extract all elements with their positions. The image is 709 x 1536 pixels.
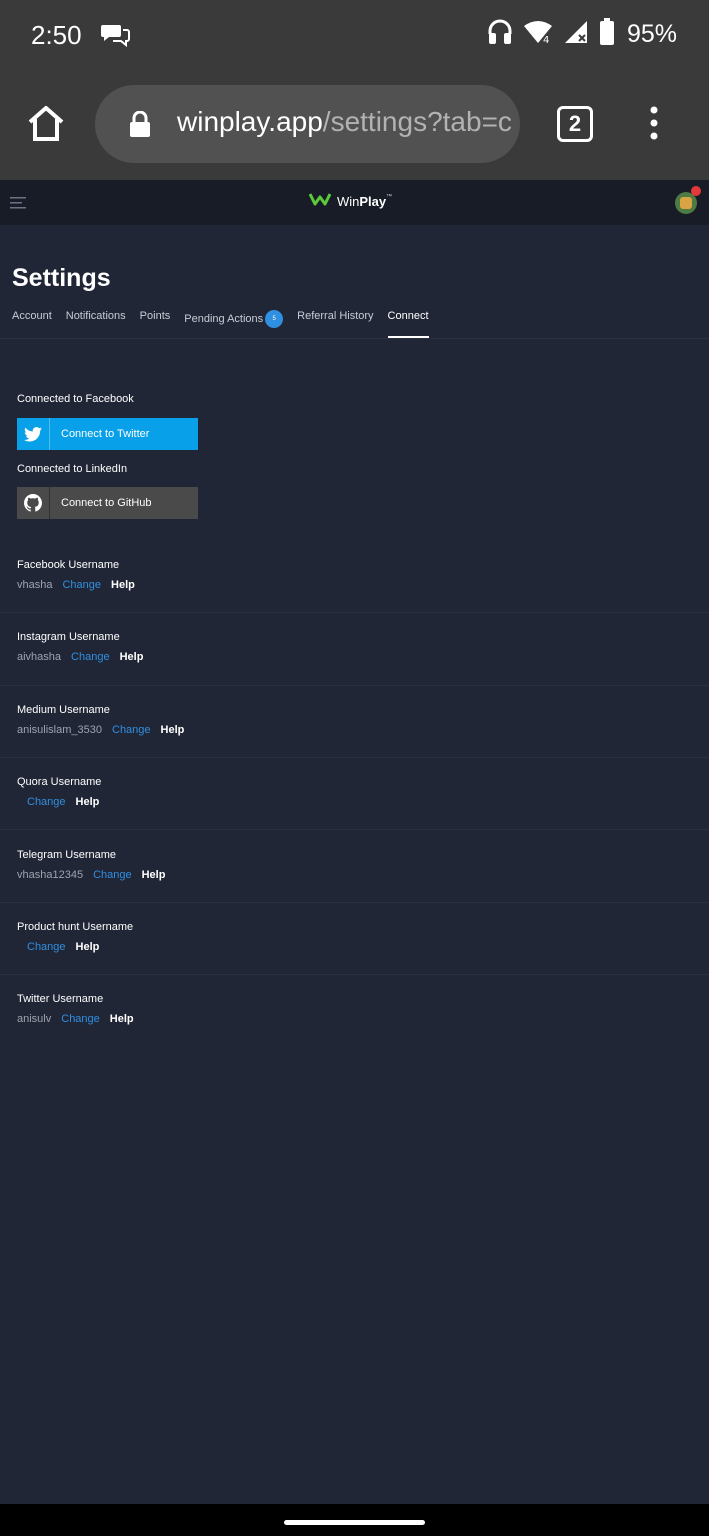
facebook-change-link[interactable]: Change — [62, 579, 101, 591]
twitter-username-label: Twitter Username — [17, 993, 104, 1005]
quora-username-label: Quora Username — [17, 776, 102, 788]
medium-help-link[interactable]: Help — [161, 724, 185, 736]
facebook-username-value: vhasha — [17, 579, 53, 591]
divider — [0, 757, 709, 758]
telegram-username-field: Telegram Username vhasha12345 Change Hel… — [17, 849, 693, 881]
connect-twitter-button[interactable]: Connect to Twitter — [17, 418, 198, 450]
avatar-image — [680, 197, 692, 209]
avatar[interactable] — [675, 186, 701, 214]
producthunt-username-label: Product hunt Username — [17, 921, 134, 933]
tabs-divider — [0, 338, 709, 339]
settings-tabs: Account Notifications Points Pending Act… — [12, 310, 429, 338]
instagram-help-link[interactable]: Help — [120, 651, 144, 663]
instagram-change-link[interactable]: Change — [71, 651, 110, 663]
telegram-username-label: Telegram Username — [17, 849, 117, 861]
tab-points[interactable]: Points — [140, 310, 171, 338]
headset-icon — [487, 18, 513, 51]
telegram-change-link[interactable]: Change — [93, 869, 132, 881]
connect-github-label: Connect to GitHub — [61, 497, 152, 509]
brand-name: WinPlay™ — [337, 194, 393, 209]
notification-dot — [691, 186, 701, 196]
tab-connect[interactable]: Connect — [387, 310, 429, 338]
battery-icon — [599, 18, 615, 51]
overflow-menu-icon[interactable] — [648, 106, 660, 145]
medium-username-label: Medium Username — [17, 704, 110, 716]
divider — [0, 974, 709, 975]
twitter-icon — [17, 418, 50, 450]
instagram-username-value: aivhasha — [17, 651, 62, 663]
battery-percent: 95% — [626, 20, 677, 48]
producthunt-help-link[interactable]: Help — [76, 941, 100, 953]
facebook-help-link[interactable]: Help — [111, 579, 135, 591]
tab-referral-history[interactable]: Referral History — [297, 310, 373, 338]
hamburger-menu-icon[interactable] — [10, 196, 26, 214]
twitter-username-value: anisulv — [17, 1013, 52, 1025]
wifi-icon: 4 — [523, 19, 553, 50]
linkedin-connected-label: Connected to LinkedIn — [17, 463, 128, 475]
telegram-help-link[interactable]: Help — [142, 869, 166, 881]
divider — [0, 612, 709, 613]
winplay-logo-icon — [308, 192, 332, 211]
tab-notifications[interactable]: Notifications — [66, 310, 126, 338]
home-gesture-handle[interactable] — [284, 1520, 425, 1525]
producthunt-username-field: Product hunt Username Change Help — [17, 921, 693, 953]
app-header: WinPlay™ — [0, 180, 709, 225]
connect-twitter-label: Connect to Twitter — [61, 428, 150, 440]
system-nav-bar — [0, 1504, 709, 1536]
medium-username-value: anisulislam_3530 — [17, 724, 102, 736]
home-icon[interactable] — [26, 104, 66, 147]
url-path: /settings?tab=c — [322, 106, 512, 137]
page-title: Settings — [12, 264, 111, 292]
divider — [0, 829, 709, 830]
quora-change-link[interactable]: Change — [27, 796, 66, 808]
signal-icon — [563, 19, 589, 50]
telegram-username-value: vhasha12345 — [17, 869, 84, 881]
divider — [0, 902, 709, 903]
facebook-username-label: Facebook Username — [17, 559, 120, 571]
instagram-username-label: Instagram Username — [17, 631, 120, 643]
pending-count-badge: 5 — [265, 310, 284, 328]
browser-toolbar: winplay.app/settings?tab=c 2 — [0, 68, 709, 180]
svg-text:4: 4 — [543, 35, 549, 45]
tab-pending-actions-label: Pending Actions — [184, 312, 264, 325]
twitter-help-link[interactable]: Help — [110, 1013, 134, 1025]
url-domain: winplay.app — [177, 106, 323, 137]
medium-change-link[interactable]: Change — [112, 724, 151, 736]
connect-github-button[interactable]: Connect to GitHub — [17, 487, 198, 519]
tab-pending-actions[interactable]: Pending Actions 5 — [184, 310, 284, 338]
instagram-username-field: Instagram Username aivhasha Change Help — [17, 631, 693, 663]
quora-username-field: Quora Username Change Help — [17, 776, 693, 808]
twitter-username-field: Twitter Username anisulv Change Help — [17, 993, 693, 1025]
tab-switcher-button[interactable]: 2 — [557, 106, 593, 142]
quora-help-link[interactable]: Help — [76, 796, 100, 808]
chat-icon — [100, 22, 130, 53]
lock-icon — [129, 110, 151, 142]
winplay-logo[interactable]: WinPlay™ — [308, 192, 393, 211]
producthunt-change-link[interactable]: Change — [27, 941, 66, 953]
twitter-change-link[interactable]: Change — [61, 1013, 100, 1025]
address-bar[interactable]: winplay.app/settings?tab=c — [95, 85, 520, 163]
status-bar: 2:50 4 95% — [0, 0, 709, 68]
status-time: 2:50 — [31, 20, 82, 50]
facebook-username-field: Facebook Username vhasha Change Help — [17, 559, 693, 591]
facebook-connected-label: Connected to Facebook — [17, 393, 134, 405]
medium-username-field: Medium Username anisulislam_3530 Change … — [17, 704, 693, 736]
divider — [0, 685, 709, 686]
tab-account[interactable]: Account — [12, 310, 52, 338]
url-text: winplay.app/settings?tab=c — [177, 106, 512, 138]
github-icon — [17, 487, 50, 519]
